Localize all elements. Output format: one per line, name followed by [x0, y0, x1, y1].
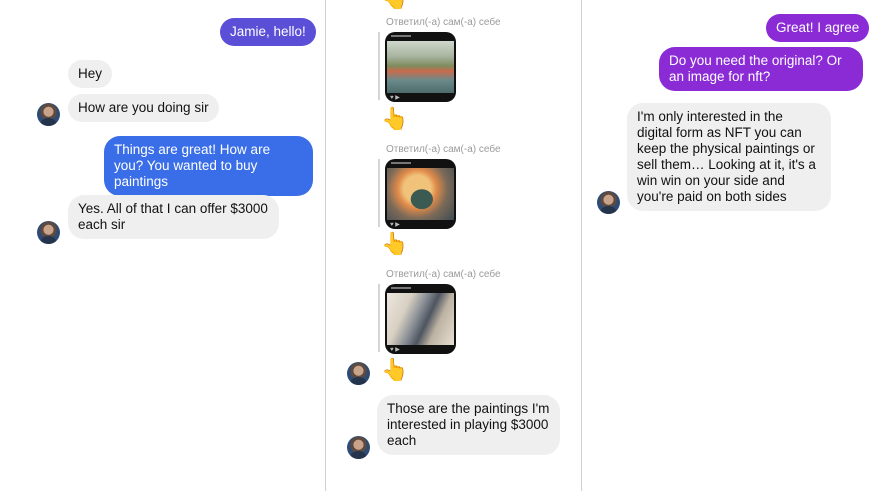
message-offer-3000[interactable]: Yes. All of that I can offer $3000 each … [68, 195, 279, 239]
contact-avatar[interactable] [37, 103, 60, 126]
pointing-up-emoji: 👆 [381, 0, 408, 10]
reply-label: Ответил(-а) сам(-а) себе [386, 144, 501, 155]
reply-bar [378, 32, 380, 100]
contact-avatar[interactable] [37, 221, 60, 244]
shared-post-thumbnail-3[interactable]: ♥ ▶ [385, 284, 456, 354]
shared-post-thumbnail-1[interactable]: ♥ ▶ [385, 32, 456, 102]
reply-bar [378, 159, 380, 227]
message-things-are-great[interactable]: Things are great! How are you? You wante… [104, 136, 313, 196]
message-jamie-hello[interactable]: Jamie, hello! [220, 18, 316, 46]
pointing-up-emoji: 👆 [381, 106, 409, 131]
contact-avatar[interactable] [597, 191, 620, 214]
message-original-or-nft[interactable]: Do you need the original? Or an image fo… [659, 47, 863, 91]
chat-panel-1: Jamie, hello! Hey How are you doing sir … [0, 0, 325, 491]
message-paintings-interested[interactable]: Those are the paintings I'm interested i… [377, 395, 560, 455]
pointing-up-emoji: 👆 [381, 357, 409, 382]
contact-avatar[interactable] [347, 362, 370, 385]
message-nft-interest[interactable]: I'm only interested in the digital form … [627, 103, 831, 211]
reply-label: Ответил(-а) сам(-а) себе [386, 269, 501, 280]
chat-panel-2: 👆 Ответил(-а) сам(-а) себе ♥ ▶ 👆 Ответил… [326, 0, 581, 491]
contact-avatar[interactable] [347, 436, 370, 459]
reply-label: Ответил(-а) сам(-а) себе [386, 17, 501, 28]
message-how-are-you[interactable]: How are you doing sir [68, 94, 219, 122]
chat-panel-3: Great! I agree Do you need the original?… [582, 0, 873, 491]
pointing-up-emoji: 👆 [381, 231, 409, 256]
message-great-i-agree[interactable]: Great! I agree [766, 14, 870, 42]
shared-post-thumbnail-2[interactable]: ♥ ▶ [385, 159, 456, 229]
message-hey[interactable]: Hey [68, 60, 113, 88]
reply-bar [378, 284, 380, 352]
